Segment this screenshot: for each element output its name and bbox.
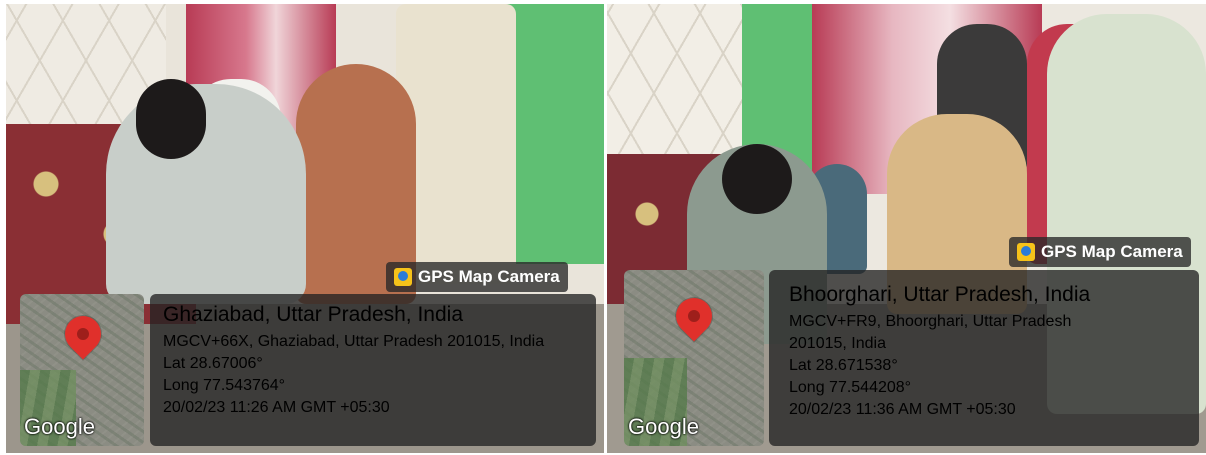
gps-camera-label: GPS Map Camera [418,267,560,286]
address-line: MGCV+66X, Ghaziabad, Uttar Pradesh 20101… [163,333,545,350]
gps-map-camera-icon [394,268,412,286]
gps-map-camera-icon [1017,243,1035,261]
gps-camera-badge: GPS Map Camera [1009,237,1191,267]
map-thumbnail: Google [624,270,764,446]
latitude: Lat 28.671538° [789,357,898,374]
google-logo: Google [24,414,95,439]
datetime: 20/02/23 11:36 AM GMT +05:30 [789,401,1016,418]
gps-camera-badge: GPS Map Camera [386,262,568,292]
longitude: Long 77.543764° [163,377,286,394]
map-thumbnail: Google [20,294,144,446]
location-title: Ghaziabad, Uttar Pradesh, India [163,303,464,326]
datetime: 20/02/23 11:26 AM GMT +05:30 [163,399,390,416]
location-title: Bhoorghari, Uttar Pradesh, India [789,283,1091,306]
map-pin-icon [57,308,109,360]
location-text: Ghaziabad, Uttar Pradesh, India MGCV+66X… [163,301,544,419]
longitude: Long 77.544208° [789,379,912,396]
latitude: Lat 28.67006° [163,355,263,372]
address-line: MGCV+FR9, Bhoorghari, Uttar Pradesh [789,313,1072,330]
photo-ghaziabad: GPS Map Camera Google Ghaziabad, Uttar P… [6,4,604,453]
map-pin-icon [668,290,720,342]
location-text: Bhoorghari, Uttar Pradesh, India MGCV+FR… [789,281,1090,421]
google-logo: Google [628,414,699,439]
address-line: 201015, India [789,335,886,352]
gps-camera-label: GPS Map Camera [1041,242,1183,261]
photo-bhoorghari: GPS Map Camera Google Bhoorghari, Uttar … [607,4,1206,453]
